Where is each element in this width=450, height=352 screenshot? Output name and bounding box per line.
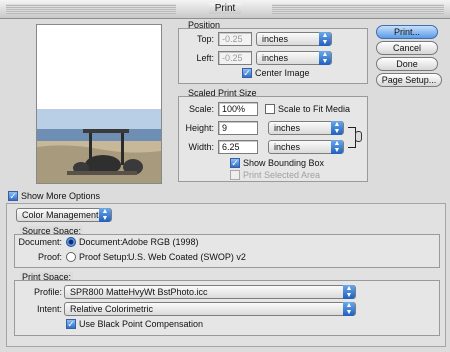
show-more-options-label: Show More Options bbox=[21, 191, 101, 201]
proof-label: Proof: bbox=[37, 252, 62, 262]
print-selected-area-label: Print Selected Area bbox=[243, 170, 321, 180]
proof-option-label: Proof Setup: bbox=[79, 252, 130, 262]
left-label: Left: bbox=[196, 53, 214, 63]
show-bounding-box-checkbox[interactable]: ✓ bbox=[230, 158, 240, 168]
top-unit-popup[interactable]: inches ▲ ▼ bbox=[256, 32, 332, 46]
center-image-label: Center Image bbox=[255, 68, 310, 78]
popup-arrows-icon: ▲ ▼ bbox=[319, 51, 331, 65]
title-bar: Print bbox=[0, 0, 450, 19]
document-profile-value: Adobe RGB (1998) bbox=[122, 237, 199, 247]
height-label: Height: bbox=[185, 123, 214, 133]
intent-popup-value: Relative Colorimetric bbox=[70, 304, 154, 314]
popup-arrows-icon: ▲ ▼ bbox=[331, 140, 343, 154]
titlebar-stripes bbox=[272, 4, 444, 14]
left-unit-value: inches bbox=[262, 53, 289, 63]
titlebar-stripes bbox=[6, 4, 176, 14]
profile-popup[interactable]: SPR800 MatteHvyWt BstPhoto.icc ▲ ▼ bbox=[64, 285, 356, 299]
scale-to-fit-label: Scale to Fit Media bbox=[278, 104, 351, 114]
height-field[interactable]: 9 bbox=[218, 121, 258, 135]
width-unit-popup[interactable]: inches ▲ ▼ bbox=[268, 140, 344, 154]
cancel-button[interactable]: Cancel bbox=[376, 41, 438, 55]
preview-image bbox=[37, 25, 161, 183]
document-radio[interactable] bbox=[66, 237, 76, 247]
top-field[interactable]: -0.25 bbox=[218, 32, 252, 46]
source-space-group bbox=[14, 234, 440, 268]
proof-radio[interactable] bbox=[66, 252, 76, 262]
top-label: Top: bbox=[196, 34, 214, 44]
scale-field[interactable]: 100% bbox=[218, 102, 258, 116]
done-button[interactable]: Done bbox=[376, 57, 438, 71]
scale-label: Scale: bbox=[188, 104, 214, 114]
document-label: Document: bbox=[18, 237, 62, 247]
section-popup[interactable]: Color Management ▲ ▼ bbox=[16, 208, 112, 222]
proof-profile-value: U.S. Web Coated (SWOP) v2 bbox=[128, 252, 246, 262]
chain-link-icon[interactable] bbox=[355, 131, 362, 142]
popup-arrows-icon: ▲ ▼ bbox=[343, 285, 355, 299]
popup-arrows-icon: ▲ ▼ bbox=[343, 302, 355, 316]
profile-popup-value: SPR800 MatteHvyWt BstPhoto.icc bbox=[70, 287, 208, 297]
width-field[interactable]: 6.25 bbox=[218, 140, 258, 154]
print-selected-area-checkbox[interactable] bbox=[230, 170, 240, 180]
popup-arrows-icon: ▲ ▼ bbox=[99, 208, 111, 222]
popup-arrows-icon: ▲ ▼ bbox=[319, 32, 331, 46]
intent-label: Intent: bbox=[36, 304, 62, 314]
black-point-compensation-label: Use Black Point Compensation bbox=[79, 319, 204, 329]
profile-label: Profile: bbox=[33, 287, 62, 297]
scale-to-fit-checkbox[interactable] bbox=[265, 104, 275, 114]
print-preview bbox=[36, 24, 162, 184]
intent-popup[interactable]: Relative Colorimetric ▲ ▼ bbox=[64, 302, 356, 316]
section-popup-value: Color Management bbox=[22, 210, 99, 220]
top-unit-value: inches bbox=[262, 34, 289, 44]
left-field[interactable]: -0.25 bbox=[218, 51, 252, 65]
show-bounding-box-label: Show Bounding Box bbox=[243, 158, 325, 168]
print-button[interactable]: Print... bbox=[376, 25, 438, 39]
center-image-checkbox[interactable]: ✓ bbox=[242, 68, 252, 78]
show-more-options-checkbox[interactable]: ✓ bbox=[8, 191, 18, 201]
width-unit-value: inches bbox=[274, 142, 301, 152]
height-unit-value: inches bbox=[274, 123, 301, 133]
height-unit-popup[interactable]: inches ▲ ▼ bbox=[268, 121, 344, 135]
popup-arrows-icon: ▲ ▼ bbox=[331, 121, 343, 135]
page-setup-button[interactable]: Page Setup... bbox=[376, 73, 442, 87]
left-unit-popup[interactable]: inches ▲ ▼ bbox=[256, 51, 332, 65]
window-title: Print bbox=[208, 3, 242, 14]
width-label: Width: bbox=[188, 142, 214, 152]
document-option-label: Document: bbox=[79, 237, 123, 247]
black-point-compensation-checkbox[interactable]: ✓ bbox=[66, 319, 76, 329]
